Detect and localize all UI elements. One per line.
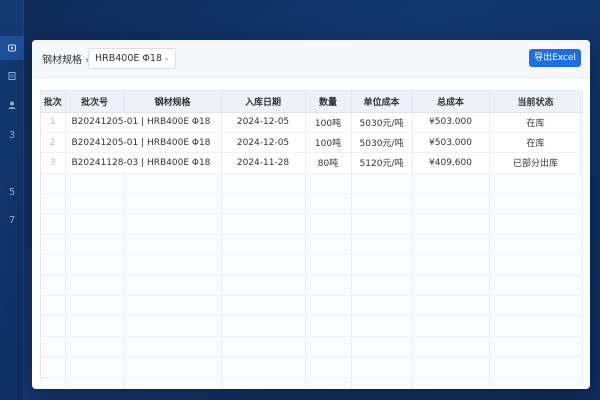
sidebar-item-7[interactable]: 7 bbox=[0, 208, 24, 232]
header-batch[interactable]: 批次 bbox=[41, 91, 66, 113]
export-excel-button[interactable]: 导出Excel bbox=[529, 49, 581, 67]
empty-row bbox=[41, 193, 583, 215]
spec: HRB400E Φ18 bbox=[146, 137, 211, 148]
batch-no: B20241205-01 bbox=[71, 137, 139, 148]
chevron-down-icon: ⌄ bbox=[163, 53, 170, 62]
filter-label: 钢材规格 = bbox=[42, 55, 94, 66]
row-unit-cost: 5030元/吨 bbox=[351, 112, 413, 133]
batch-no: B20241205-01 bbox=[71, 117, 139, 128]
batch-dialog: 钢材规格 = HRB400E Φ18 ⌄ 导出Excel 批次 批次号 钢材规格… bbox=[32, 40, 590, 389]
empty-row bbox=[41, 295, 583, 317]
row-index: 2 bbox=[41, 132, 66, 154]
row-total-cost: ¥409,600 bbox=[412, 152, 490, 174]
header-unit-cost[interactable]: 单位成本 bbox=[351, 91, 413, 113]
filter-toolbar: 钢材规格 = HRB400E Φ18 ⌄ 导出Excel bbox=[32, 40, 590, 78]
row-index: 3 bbox=[41, 152, 66, 174]
empty-row bbox=[41, 377, 583, 389]
row-qty: 100吨 bbox=[305, 112, 352, 133]
sidebar-item-documents[interactable] bbox=[0, 64, 24, 88]
row-batch-spec: B20241128-03 | HRB400E Φ18 bbox=[65, 152, 222, 174]
user-icon bbox=[8, 101, 16, 109]
row-unit-cost: 5120元/吨 bbox=[351, 152, 413, 174]
home-icon bbox=[8, 44, 16, 52]
row-status: 在库 bbox=[489, 112, 583, 133]
sidebar-item-user[interactable] bbox=[0, 93, 24, 117]
row-qty: 80吨 bbox=[305, 152, 352, 174]
row-status: 已部分出库 bbox=[489, 152, 583, 174]
empty-row bbox=[41, 356, 583, 378]
spec-select[interactable]: HRB400E Φ18 ⌄ bbox=[88, 48, 176, 69]
spec: HRB400E Φ18 bbox=[146, 117, 211, 128]
header-total-cost[interactable]: 总成本 bbox=[412, 91, 490, 113]
empty-row bbox=[41, 315, 583, 337]
header-qty[interactable]: 数量 bbox=[305, 91, 352, 113]
table-row[interactable]: 1 B20241205-01 | HRB400E Φ18 2024-12-05 … bbox=[41, 112, 583, 133]
row-total-cost: ¥503.000 bbox=[412, 112, 490, 133]
sidebar-item-3[interactable]: 3 bbox=[0, 123, 24, 147]
row-qty: 100吨 bbox=[305, 132, 352, 154]
sidebar: 3 5 7 bbox=[0, 0, 24, 400]
row-unit-cost: 5030元/吨 bbox=[351, 132, 413, 154]
batch-table: 批次 批次号 钢材规格 入库日期 数量 单位成本 总成本 当前状态 1 B202… bbox=[40, 90, 583, 389]
row-total-cost: ¥503.000 bbox=[412, 132, 490, 154]
document-icon bbox=[8, 72, 16, 80]
empty-row bbox=[41, 275, 583, 297]
table-row[interactable]: 2 B20241205-01 | HRB400E Φ18 2024-12-05 … bbox=[41, 132, 583, 154]
spec: HRB400E Φ18 bbox=[146, 157, 211, 168]
header-batch-no[interactable]: 批次号 bbox=[65, 91, 125, 113]
row-date: 2024-11-28 bbox=[221, 152, 306, 174]
table-header-row: 批次 批次号 钢材规格 入库日期 数量 单位成本 总成本 当前状态 bbox=[41, 91, 583, 113]
row-date: 2024-12-05 bbox=[221, 112, 306, 133]
spec-select-value: HRB400E Φ18 bbox=[95, 53, 162, 64]
empty-row bbox=[41, 254, 583, 276]
header-spec[interactable]: 钢材规格 bbox=[124, 91, 222, 113]
row-status: 在库 bbox=[489, 132, 583, 154]
empty-row bbox=[41, 213, 583, 235]
batch-no: B20241128-03 bbox=[71, 157, 139, 168]
row-index: 1 bbox=[41, 112, 66, 133]
table-row[interactable]: 3 B20241128-03 | HRB400E Φ18 2024-11-28 … bbox=[41, 152, 583, 174]
empty-row bbox=[41, 234, 583, 256]
row-date: 2024-12-05 bbox=[221, 132, 306, 154]
header-date[interactable]: 入库日期 bbox=[221, 91, 306, 113]
empty-row bbox=[41, 173, 583, 195]
header-status[interactable]: 当前状态 bbox=[489, 91, 583, 113]
empty-row bbox=[41, 336, 583, 358]
sidebar-item-home[interactable] bbox=[0, 36, 24, 60]
row-batch-spec: B20241205-01 | HRB400E Φ18 bbox=[65, 132, 222, 154]
row-batch-spec: B20241205-01 | HRB400E Φ18 bbox=[65, 112, 222, 133]
sidebar-item-5[interactable]: 5 bbox=[0, 180, 24, 204]
